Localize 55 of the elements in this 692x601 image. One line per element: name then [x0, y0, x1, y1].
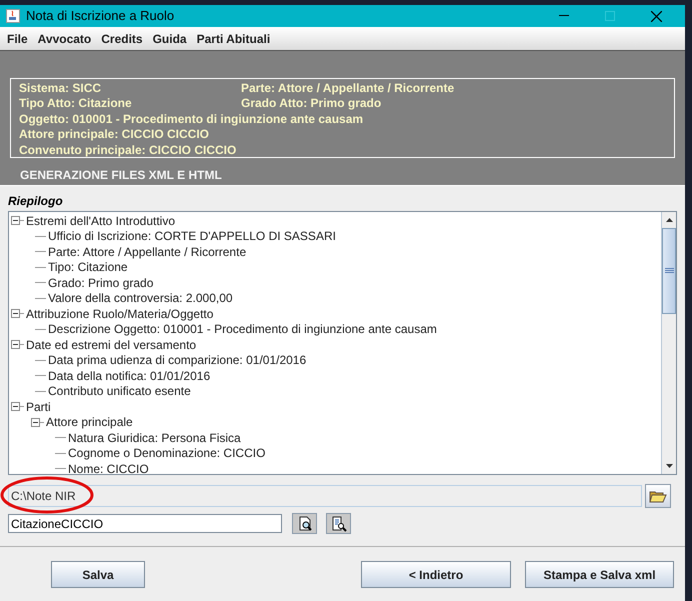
summary-text: Grado Atto: Primo grado: [241, 95, 382, 112]
collapse-icon[interactable]: [11, 402, 20, 412]
tree-item[interactable]: Descrizione Oggetto: 010001 - Procedimento di ingiunzione ante causam: [48, 320, 437, 338]
document-magnifier-icon: [330, 516, 346, 532]
grip-icon: [664, 268, 674, 274]
summary-text: Oggetto: 010001 - Procedimento di ingiunzione ante causam: [19, 110, 364, 128]
collapse-icon[interactable]: [11, 216, 20, 226]
section-caption: GENERAZIONE FILES XML E HTML: [20, 167, 223, 184]
summary-text: Tipo Atto: Citazione: [19, 95, 133, 112]
tree-item[interactable]: Contributo unificato esente: [48, 382, 191, 400]
panel-title: Riepilogo: [8, 193, 64, 210]
scroll-thumb[interactable]: [662, 228, 676, 314]
tree-item[interactable]: Natura Giuridica: Persona Fisica: [68, 428, 241, 447]
tree-item[interactable]: Valore della controversia: 2.000,00: [48, 289, 233, 308]
tree-item[interactable]: Grado: Primo grado: [48, 274, 154, 292]
collapse-icon[interactable]: [11, 340, 20, 350]
collapse-icon[interactable]: [31, 418, 40, 427]
window-title: Nota di Iscrizione a Ruolo: [26, 7, 174, 26]
action-button[interactable]: Salva: [51, 561, 145, 588]
tree-item[interactable]: Attore principale: [46, 413, 133, 432]
close-icon: [650, 10, 662, 22]
minimize-icon: [559, 15, 569, 17]
collapse-icon[interactable]: [11, 309, 20, 318]
folder-icon: [649, 489, 667, 503]
path-text: C:\Note NIR: [11, 488, 76, 505]
tree-item[interactable]: Parte: Attore / Appellante / Ricorrente: [48, 242, 246, 261]
tree-item[interactable]: Parti: [26, 398, 51, 416]
browse-folder-button[interactable]: [645, 484, 671, 508]
vertical-scrollbar[interactable]: [661, 212, 676, 474]
folder-path-field[interactable]: C:\Note NIR: [8, 485, 642, 507]
tree-item[interactable]: Nome: CICCIO: [68, 460, 149, 474]
file-name-field[interactable]: CitazioneCICCIO: [8, 514, 282, 533]
tree-item[interactable]: Ufficio di Iscrizione: CORTE D'APPELLO DI SASSARI: [48, 227, 336, 246]
tree-item[interactable]: Cognome o Denominazione: CICCIO: [68, 444, 266, 462]
action-button[interactable]: < Indietro: [361, 561, 511, 588]
summary-text: Parte: Attore / Appellante / Ricorrente: [241, 80, 454, 97]
summary-text: Sistema: SICC: [19, 80, 102, 97]
view-xml-button[interactable]: [326, 513, 351, 534]
tree-item[interactable]: Data della notifica: 01/01/2016: [48, 366, 210, 385]
preview-button[interactable]: [292, 513, 317, 534]
menu-item[interactable]: Credits: [96, 30, 148, 48]
summary-text: Attore principale: CICCIO CICCIO: [19, 126, 210, 144]
menu-item[interactable]: Avvocato: [32, 30, 96, 48]
summary-text: Convenuto principale: CICCIO CICCIO: [19, 142, 236, 159]
document-magnifier-icon: [296, 516, 312, 532]
action-button[interactable]: Stampa e Salva xml: [525, 561, 674, 588]
maximize-icon: [605, 11, 615, 21]
menu-item[interactable]: Guida: [148, 30, 192, 48]
tree-item[interactable]: Attribuzione Ruolo/Materia/Oggetto: [26, 304, 214, 323]
menu-item[interactable]: File: [2, 30, 33, 48]
tree-item[interactable]: Estremi dell'Atto Introduttivo: [26, 212, 176, 230]
tree-item[interactable]: Tipo: Citazione: [48, 258, 128, 276]
tree-item[interactable]: Data prima udienza di comparizione: 01/01/2016: [48, 351, 306, 370]
tree-item[interactable]: Date ed estremi del versamento: [26, 336, 196, 354]
menu-item[interactable]: Parti Abituali: [192, 30, 276, 48]
